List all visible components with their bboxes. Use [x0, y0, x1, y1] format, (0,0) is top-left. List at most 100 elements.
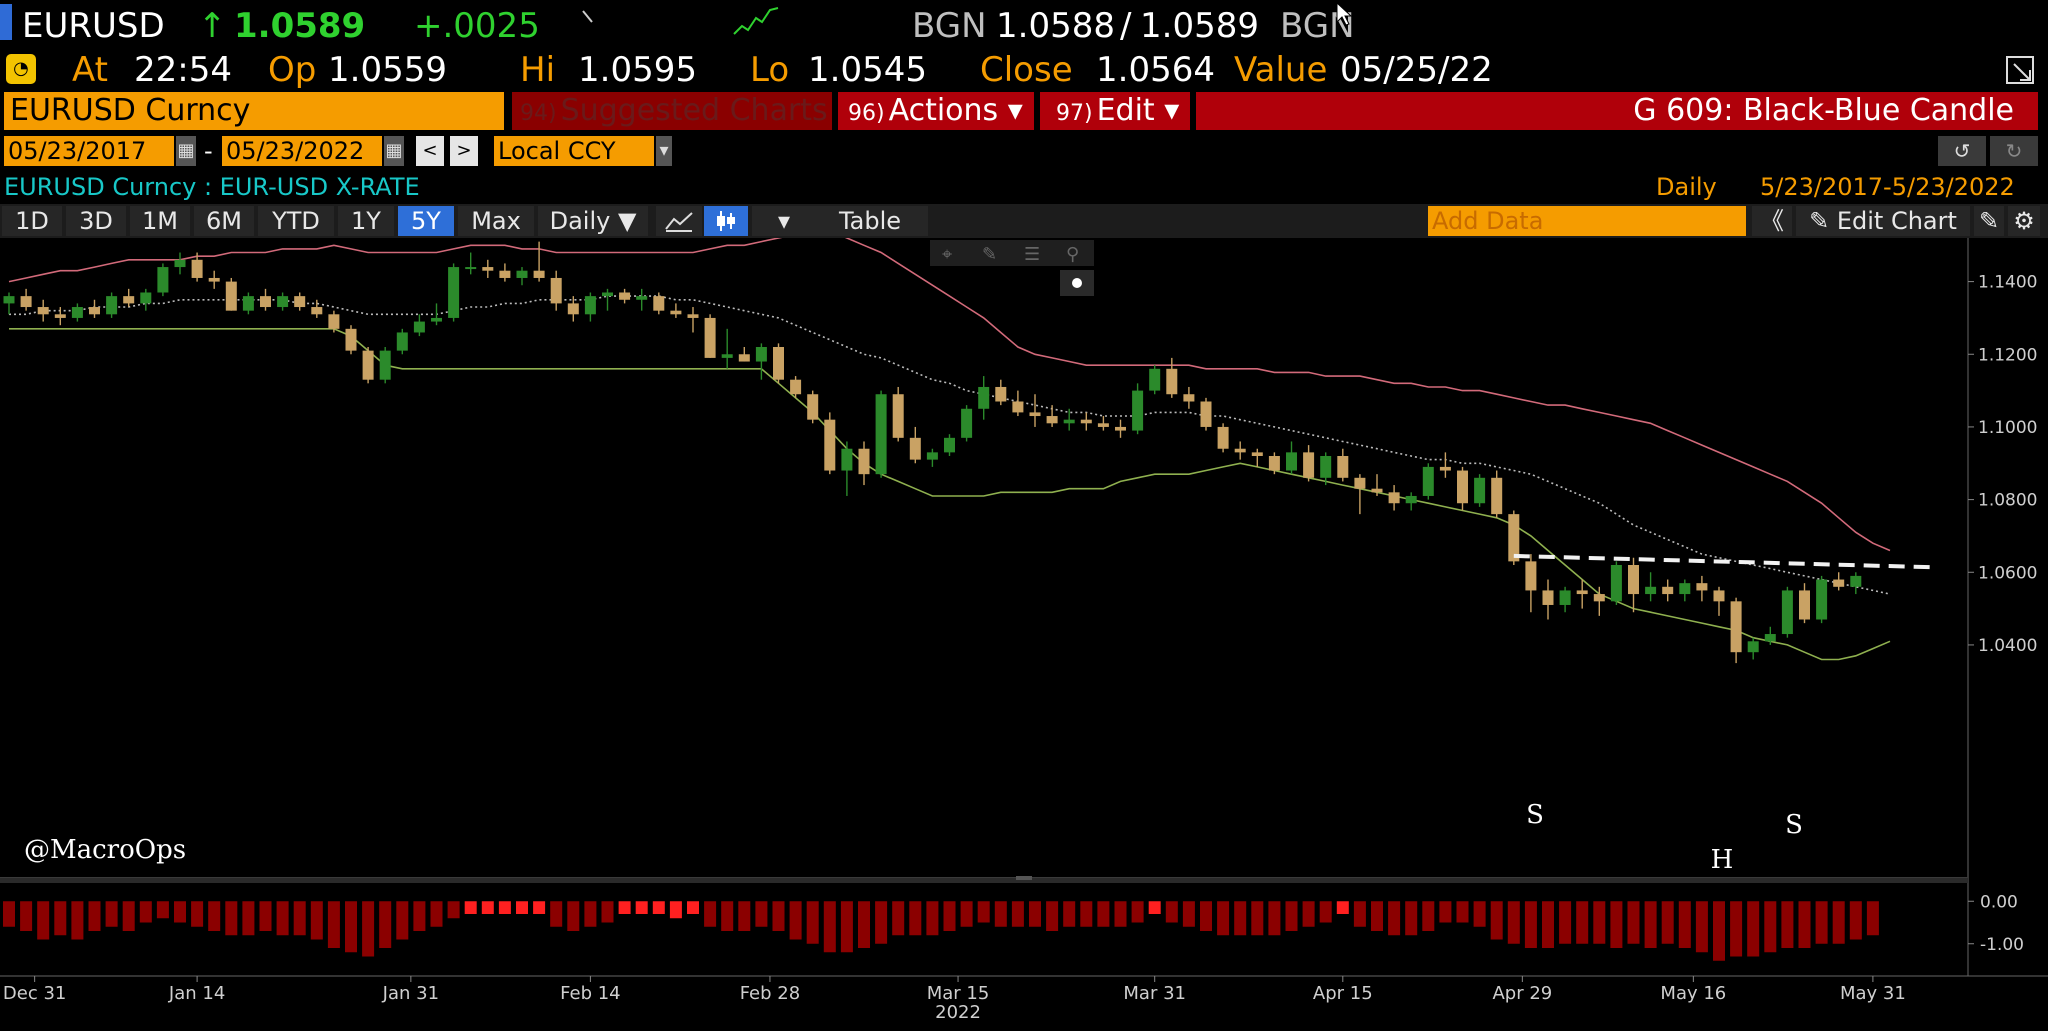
candle-body: [824, 419, 836, 471]
candle-body: [653, 296, 665, 311]
price-chart[interactable]: ⌖ ✎ ☰ ⚲ 1.0400 1.0600 1.0800 1.1000 1.1200 1.…: [0, 238, 2048, 1031]
currency-select[interactable]: Local CCY: [494, 136, 654, 166]
currency-dropdown-icon[interactable]: ▾: [656, 136, 672, 166]
head-label: H: [1711, 845, 1734, 875]
end-calendar-icon[interactable]: ▦: [384, 136, 404, 166]
undo-icon[interactable]: ↺: [1938, 136, 1986, 166]
candle-body: [1781, 590, 1793, 635]
drawing-tools[interactable]: ⌖ ✎ ☰ ⚲: [930, 240, 1094, 296]
histogram-bar: [1456, 901, 1469, 923]
candle-body: [892, 394, 904, 438]
histogram-bar: [1507, 901, 1520, 944]
edit-number: 97): [1056, 101, 1093, 126]
high-label: Hi: [520, 50, 556, 90]
candle-body: [413, 321, 425, 333]
start-date-field[interactable]: 05/23/2017: [4, 136, 174, 166]
start-calendar-icon[interactable]: ▦: [176, 136, 196, 166]
histogram-tick-label: 0.00: [1980, 892, 2018, 912]
edit-chart-icon[interactable]: ✎: [1974, 206, 2004, 236]
histogram-bar: [259, 901, 272, 931]
candle-body: [1132, 390, 1144, 431]
candle-chart-icon[interactable]: [704, 206, 748, 236]
histogram-bar: [669, 901, 682, 919]
crosshair-tool-icon[interactable]: ⌖: [942, 244, 952, 265]
histogram-bar: [1336, 901, 1349, 914]
security-field[interactable]: EURUSD Curncy: [4, 92, 504, 130]
gauge-icon[interactable]: ◔: [6, 54, 36, 84]
edit-chart-button[interactable]: ✎ Edit Chart: [1796, 206, 1970, 236]
collapse-icon[interactable]: 《: [1752, 206, 1792, 236]
candle-body: [1439, 466, 1451, 471]
period-3d-button[interactable]: 3D: [66, 206, 126, 236]
candle-body: [704, 317, 716, 358]
menu-bar: EURUSD Curncy 94) Suggested Charts 96) Act…: [0, 92, 2048, 132]
line-chart-icon[interactable]: [656, 206, 702, 236]
candle-body: [1166, 368, 1178, 395]
candle-body: [841, 448, 853, 471]
candle-body: [670, 310, 682, 315]
suggested-charts-button[interactable]: 94) Suggested Charts: [512, 92, 832, 130]
histogram-bar: [1644, 901, 1657, 948]
period-ytd-button[interactable]: YTD: [258, 206, 334, 236]
candle-body: [1696, 583, 1708, 591]
period-1m-button[interactable]: 1M: [130, 206, 190, 236]
candle-body: [123, 296, 135, 304]
period-6m-button[interactable]: 6M: [194, 206, 254, 236]
histogram-bar: [1268, 901, 1281, 936]
histogram-bar: [858, 901, 870, 948]
histogram-bar: [1319, 901, 1332, 923]
edit-menu[interactable]: 97) Edit ▾: [1040, 92, 1190, 130]
frequency-dropdown[interactable]: Daily ▼: [538, 206, 648, 236]
candle-body: [1730, 601, 1742, 653]
histogram-bar: [345, 901, 357, 953]
histogram-bar: [1559, 901, 1572, 944]
histogram-bar: [1473, 901, 1486, 927]
zoom-tool-icon[interactable]: ⚲: [1066, 244, 1079, 265]
suggested-number: 94): [520, 101, 557, 126]
candle-body: [1422, 466, 1434, 496]
candle-body: [1713, 590, 1725, 602]
histogram-bar: [396, 901, 409, 940]
sparkline-icon[interactable]: [732, 4, 780, 40]
candle-body: [311, 307, 323, 315]
suggested-label: Suggested Charts: [560, 93, 828, 128]
histogram-bar: [1593, 901, 1606, 944]
histogram-bar: [892, 901, 905, 936]
settings-gear-icon[interactable]: ⚙: [2008, 206, 2040, 236]
candle-body: [1200, 401, 1212, 427]
candle-body: [978, 386, 990, 409]
candle-body: [875, 394, 887, 475]
period-1y-button[interactable]: 1Y: [338, 206, 394, 236]
list-tool-icon[interactable]: ☰: [1024, 244, 1040, 265]
period-max-button[interactable]: Max: [458, 206, 534, 236]
pen-tool-icon[interactable]: ✎: [982, 244, 997, 265]
candle-body: [1371, 488, 1383, 493]
candle-body: [3, 296, 15, 304]
histogram-bar: [1182, 901, 1195, 927]
previous-period-button[interactable]: <: [416, 136, 444, 166]
x-tick-label: Feb 28: [740, 983, 801, 1004]
end-date-field[interactable]: 05/23/2022: [222, 136, 382, 166]
frequency-label: Daily: [1656, 173, 1717, 201]
histogram-bar: [1388, 901, 1401, 936]
record-dot-icon[interactable]: [1072, 278, 1082, 288]
period-1d-button[interactable]: 1D: [2, 206, 62, 236]
expand-window-icon[interactable]: [2004, 54, 2038, 88]
histogram-bar: [1439, 901, 1452, 923]
actions-menu[interactable]: 96) Actions ▾: [838, 92, 1034, 130]
candle-body: [909, 437, 921, 460]
next-period-button[interactable]: >: [450, 136, 478, 166]
histogram-bar: [1200, 901, 1212, 931]
histogram-bar: [567, 901, 580, 931]
candle-body: [379, 350, 391, 380]
candle-body: [1628, 565, 1639, 595]
table-button[interactable]: Table: [812, 206, 928, 236]
pricing-source: BGN: [912, 6, 987, 46]
period-5y-button[interactable]: 5Y: [398, 206, 454, 236]
histogram-bar: [960, 901, 973, 927]
chart-type-dropdown[interactable]: ▾: [752, 206, 816, 236]
candle-body: [1474, 477, 1486, 504]
redo-icon[interactable]: ↻: [1990, 136, 2038, 166]
add-data-input[interactable]: Add Data: [1428, 206, 1746, 236]
ask-price: 1.0589: [1140, 6, 1259, 46]
